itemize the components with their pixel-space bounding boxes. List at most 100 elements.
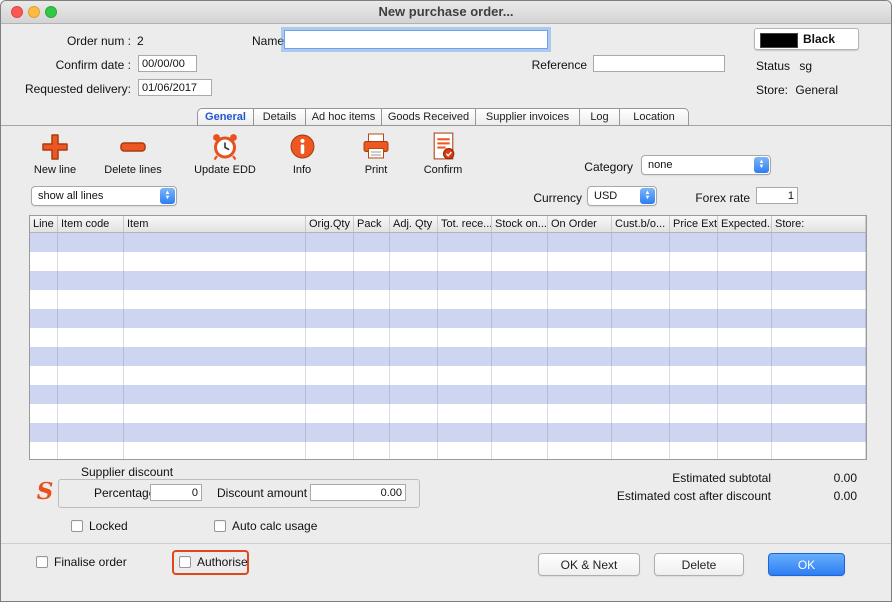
column-separator: [772, 233, 866, 459]
printer-icon: [361, 131, 391, 162]
currency-value: USD: [594, 190, 617, 202]
name-label: Name: [252, 34, 284, 48]
column-header-stock-on-hand[interactable]: Stock on...: [492, 216, 548, 232]
column-header-cust-backorder[interactable]: Cust.b/o...: [612, 216, 670, 232]
plus-icon: [40, 131, 70, 162]
tab-details[interactable]: Details: [253, 108, 305, 126]
color-swatch: [760, 33, 798, 48]
tab-location[interactable]: Location: [619, 108, 689, 126]
tab-general[interactable]: General: [197, 108, 253, 126]
order-lines-table: Line Item code Item Orig.Qty Pack Adj. Q…: [29, 215, 867, 460]
confirm-label: Confirm: [424, 164, 463, 176]
column-separator: [548, 233, 612, 459]
auto-calc-usage-label: Auto calc usage: [232, 519, 317, 533]
tab-ad-hoc-items[interactable]: Ad hoc items: [305, 108, 381, 126]
column-header-on-order[interactable]: On Order: [548, 216, 612, 232]
column-header-item-code[interactable]: Item code: [58, 216, 124, 232]
footer-divider: [1, 543, 892, 544]
estimated-cost-after-discount-label: Estimated cost after discount: [561, 489, 771, 503]
order-num-label: Order num :: [1, 34, 131, 48]
column-separator: [492, 233, 548, 459]
supplier-icon[interactable]: S: [33, 480, 57, 504]
reference-input[interactable]: [593, 55, 725, 72]
locked-label: Locked: [89, 519, 128, 533]
column-header-expected[interactable]: Expected...: [718, 216, 772, 232]
delete-lines-label: Delete lines: [104, 164, 161, 176]
requested-delivery-label: Requested delivery:: [1, 82, 131, 96]
ok-button[interactable]: OK: [768, 553, 845, 576]
info-button[interactable]: Info: [264, 131, 340, 176]
authorise-label: Authorise: [197, 555, 248, 569]
auto-calc-usage-checkbox[interactable]: [214, 520, 226, 532]
table-header: Line Item code Item Orig.Qty Pack Adj. Q…: [30, 216, 866, 233]
chevron-up-down-icon: ▲▼: [754, 157, 769, 173]
column-separator: [354, 233, 390, 459]
name-input[interactable]: [284, 30, 548, 49]
purchase-order-window: New purchase order... Order num : 2 Name…: [0, 0, 892, 602]
column-header-tot-received[interactable]: Tot. rece...: [438, 216, 492, 232]
column-separator: [612, 233, 670, 459]
discount-amount-label: Discount amount: [217, 486, 307, 500]
column-header-store[interactable]: Store:: [772, 216, 866, 232]
finalise-order-label: Finalise order: [54, 555, 127, 569]
delete-lines-button[interactable]: Delete lines: [95, 131, 171, 176]
estimated-subtotal-value: 0.00: [791, 471, 857, 485]
tab-goods-received[interactable]: Goods Received: [381, 108, 475, 126]
requested-delivery-input[interactable]: [138, 79, 212, 96]
title-bar[interactable]: New purchase order...: [1, 1, 891, 24]
column-separator: [58, 233, 124, 459]
forex-rate-input[interactable]: [756, 187, 798, 204]
update-edd-button[interactable]: Update EDD: [187, 131, 263, 176]
store-label: Store:: [756, 83, 788, 97]
category-label: Category: [573, 160, 633, 174]
discount-amount-input[interactable]: [310, 484, 406, 501]
percentage-label: Percentage: [94, 486, 155, 500]
store-line: Store: General: [756, 83, 838, 97]
estimated-subtotal-label: Estimated subtotal: [601, 471, 771, 485]
column-separator: [306, 233, 354, 459]
order-lines-table-body[interactable]: [30, 233, 866, 459]
forex-rate-label: Forex rate: [690, 191, 750, 205]
chevron-up-down-icon: ▲▼: [160, 188, 175, 204]
minus-icon: [118, 131, 148, 162]
print-label: Print: [365, 164, 388, 176]
column-separator: [30, 233, 58, 459]
line-filter-value: show all lines: [38, 190, 103, 202]
percentage-input[interactable]: [150, 484, 202, 501]
order-num-value: 2: [137, 34, 144, 48]
info-label: Info: [293, 164, 311, 176]
column-separator: [390, 233, 438, 459]
column-separator: [670, 233, 718, 459]
authorise-checkbox[interactable]: [179, 556, 191, 568]
confirm-button[interactable]: Confirm: [405, 131, 481, 176]
confirm-icon: [430, 131, 457, 162]
ok-and-next-button[interactable]: OK & Next: [538, 553, 640, 576]
alarm-clock-icon: [210, 131, 240, 162]
column-header-item[interactable]: Item: [124, 216, 306, 232]
status-value: sg: [799, 59, 812, 73]
new-line-label: New line: [34, 164, 76, 176]
tab-supplier-invoices[interactable]: Supplier invoices: [475, 108, 579, 126]
line-filter-dropdown[interactable]: show all lines ▲▼: [31, 186, 177, 206]
currency-dropdown[interactable]: USD ▲▼: [587, 186, 657, 206]
column-separator: [438, 233, 492, 459]
status-line: Status sg: [756, 59, 812, 73]
column-header-line[interactable]: Line: [30, 216, 58, 232]
new-line-button[interactable]: New line: [17, 131, 93, 176]
category-dropdown[interactable]: none ▲▼: [641, 155, 771, 175]
column-header-adj-qty[interactable]: Adj. Qty: [390, 216, 438, 232]
locked-checkbox[interactable]: [71, 520, 83, 532]
column-header-pack[interactable]: Pack: [354, 216, 390, 232]
tab-bar: General Details Ad hoc items Goods Recei…: [197, 108, 689, 126]
column-header-orig-qty[interactable]: Orig.Qty: [306, 216, 354, 232]
info-icon: [289, 131, 316, 162]
print-button[interactable]: Print: [338, 131, 414, 176]
window-title: New purchase order...: [1, 4, 891, 19]
column-header-price-ext[interactable]: Price Ext: [670, 216, 718, 232]
color-picker-button[interactable]: Black: [754, 28, 859, 50]
confirm-date-input[interactable]: [138, 55, 197, 72]
tab-log[interactable]: Log: [579, 108, 619, 126]
finalise-order-checkbox[interactable]: [36, 556, 48, 568]
delete-button[interactable]: Delete: [654, 553, 744, 576]
currency-label: Currency: [522, 191, 582, 205]
